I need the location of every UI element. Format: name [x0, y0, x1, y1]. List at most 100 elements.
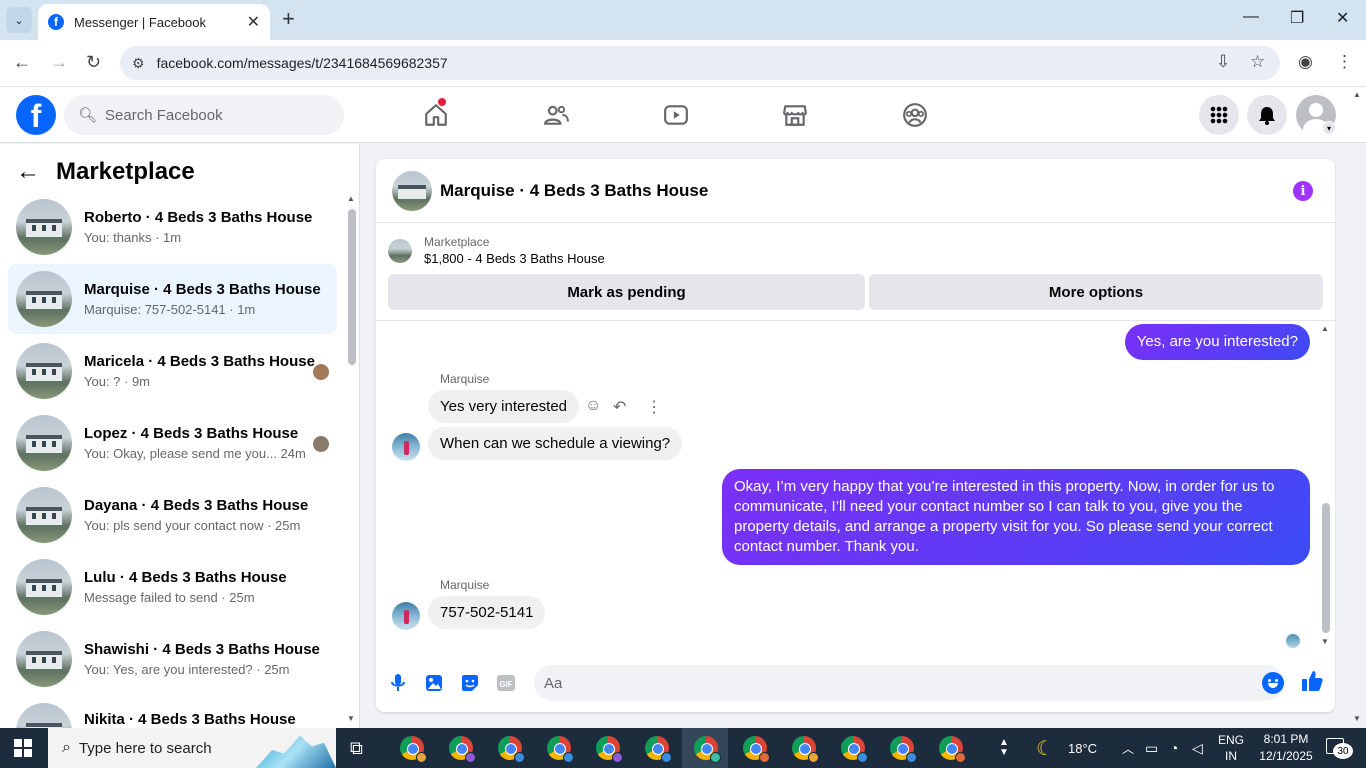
- back-button[interactable]: ←: [13, 52, 31, 73]
- task-view-icon[interactable]: ⧉: [350, 738, 363, 759]
- incoming-message[interactable]: When can we schedule a viewing?: [428, 427, 683, 460]
- restore-button[interactable]: ❐: [1290, 8, 1304, 28]
- listing-thumbnail: [16, 703, 72, 728]
- conversation-item-active[interactable]: Marquise · 4 Beds 3 Baths House Marquise:…: [8, 264, 337, 334]
- sticker-icon[interactable]: [458, 671, 482, 695]
- conversation-item[interactable]: Dayana · 4 Beds 3 Baths House You: pls se…: [8, 480, 337, 550]
- notification-center-icon[interactable]: 30: [1326, 738, 1353, 759]
- omnibox[interactable]: ⚙ facebook.com/messages/t/23416845696823…: [120, 46, 1280, 80]
- scroll-down-arrow[interactable]: ▼: [347, 714, 355, 723]
- chrome-icon[interactable]: [449, 736, 476, 763]
- tab-close-icon[interactable]: ✕: [247, 12, 260, 32]
- conversation-item[interactable]: Lopez · 4 Beds 3 Baths House You: Okay, p…: [8, 408, 337, 478]
- chrome-icon[interactable]: [498, 736, 525, 763]
- message-sender: Marquise: [440, 578, 490, 592]
- profile-icon[interactable]: ◉: [1298, 52, 1313, 72]
- listing-summary[interactable]: Marketplace $1,800 - 4 Beds 3 Baths Hous…: [388, 235, 605, 266]
- conversation-name: Lopez · 4 Beds 3 Baths House: [84, 425, 299, 442]
- chrome-icon[interactable]: [792, 736, 819, 763]
- mark-as-pending-button[interactable]: Mark as pending: [388, 274, 865, 310]
- microphone-icon[interactable]: [386, 671, 410, 695]
- reply-icon[interactable]: ↶: [613, 397, 626, 417]
- reload-button[interactable]: ↻: [86, 52, 101, 73]
- tab-search-button[interactable]: ⌄: [6, 7, 32, 33]
- nav-groups[interactable]: [895, 99, 935, 131]
- conversation-item[interactable]: Roberto · 4 Beds 3 Baths House You: thank…: [8, 192, 337, 262]
- listing-thumbnail[interactable]: [392, 170, 432, 211]
- facebook-search[interactable]: 🔍︎: [64, 95, 344, 135]
- chrome-icon[interactable]: [400, 736, 427, 763]
- menu-button[interactable]: [1199, 95, 1239, 135]
- nav-home[interactable]: [416, 98, 456, 131]
- conversation-item[interactable]: Lulu · 4 Beds 3 Baths House Message faile…: [8, 552, 337, 622]
- chrome-icon[interactable]: [694, 736, 721, 763]
- incoming-message[interactable]: Yes very interested: [428, 390, 580, 423]
- facebook-logo-icon[interactable]: f: [16, 95, 56, 135]
- page-scroll-down-arrow[interactable]: ▼: [1353, 714, 1361, 723]
- taskbar-search[interactable]: ⌕ Type here to search: [48, 728, 336, 768]
- sender-avatar[interactable]: [392, 602, 420, 630]
- battery-icon[interactable]: ▭: [1145, 728, 1158, 768]
- clock[interactable]: 8:01 PM 12/1/2025: [1254, 731, 1318, 765]
- chrome-icon[interactable]: [939, 736, 966, 763]
- chat-scrollbar[interactable]: [1322, 503, 1330, 633]
- more-actions-icon[interactable]: ⋮: [646, 397, 662, 417]
- scroll-up-arrow[interactable]: ▲: [1321, 324, 1329, 333]
- minimize-button[interactable]: —: [1243, 8, 1259, 26]
- conversation-item[interactable]: Shawishi · 4 Beds 3 Baths House You: Yes,…: [8, 624, 337, 694]
- close-window-button[interactable]: ✕: [1336, 8, 1349, 28]
- photo-icon[interactable]: [422, 671, 446, 695]
- outgoing-message[interactable]: Okay, I’m very happy that you’re interes…: [722, 469, 1310, 565]
- scroll-down-arrow[interactable]: ▼: [1321, 637, 1329, 646]
- like-thumb-icon[interactable]: [1300, 669, 1324, 693]
- sidebar-scrollbar[interactable]: [348, 209, 356, 365]
- browser-tab[interactable]: f Messenger | Facebook ✕: [38, 4, 270, 40]
- chat-title[interactable]: Marquise · 4 Beds 3 Baths House: [440, 181, 708, 201]
- conversation-item[interactable]: Nikita · 4 Beds 3 Baths House: [8, 696, 337, 728]
- forward-button[interactable]: →: [50, 52, 68, 73]
- incoming-message[interactable]: 757-502-5141: [428, 596, 546, 629]
- wifi-icon[interactable]: ◔: [1170, 728, 1178, 768]
- nav-video[interactable]: [656, 99, 696, 131]
- new-tab-button[interactable]: +: [282, 8, 295, 30]
- region-code: IN: [1225, 749, 1237, 763]
- listing-thumbnail: [16, 343, 72, 399]
- chrome-icon[interactable]: [596, 736, 623, 763]
- volume-icon[interactable]: ◁: [1192, 728, 1203, 768]
- weather-moon-icon[interactable]: ☾: [1036, 728, 1054, 768]
- info-icon[interactable]: i: [1293, 181, 1313, 201]
- taskbar-scroll-arrows[interactable]: ▲ ▼: [999, 728, 1009, 768]
- weather-temp[interactable]: 18°C: [1068, 728, 1097, 768]
- chrome-icon[interactable]: [645, 736, 672, 763]
- chrome-icon[interactable]: [547, 736, 574, 763]
- chat-header: Marquise · 4 Beds 3 Baths House: [376, 159, 1335, 223]
- page-scroll-up-arrow[interactable]: ▲: [1353, 90, 1361, 99]
- sender-avatar[interactable]: [392, 433, 420, 461]
- nav-friends[interactable]: [536, 99, 576, 131]
- chrome-icon[interactable]: [890, 736, 917, 763]
- react-emoji-icon[interactable]: ☺: [585, 397, 601, 415]
- site-info-icon[interactable]: ⚙: [132, 55, 145, 72]
- notifications-button[interactable]: [1247, 95, 1287, 135]
- outgoing-message[interactable]: Yes, are you interested?: [1124, 324, 1310, 360]
- bookmark-star-icon[interactable]: ☆: [1250, 52, 1265, 72]
- back-arrow-icon[interactable]: ←: [16, 158, 40, 186]
- chrome-icon[interactable]: [743, 736, 770, 763]
- install-app-icon[interactable]: ⇩: [1216, 52, 1230, 72]
- conversation-item[interactable]: Maricela · 4 Beds 3 Baths House You: ? · …: [8, 336, 337, 406]
- emoji-icon[interactable]: [1262, 672, 1284, 694]
- chrome-icon[interactable]: [841, 736, 868, 763]
- message-input[interactable]: [534, 665, 1284, 701]
- language-indicator[interactable]: ENG IN: [1218, 728, 1244, 768]
- listing-thumbnail: [388, 238, 412, 263]
- windows-start-icon[interactable]: [14, 739, 32, 757]
- show-hidden-icons-icon[interactable]: ︿: [1122, 728, 1134, 768]
- browser-menu-icon[interactable]: ⋮: [1336, 52, 1353, 72]
- listing-thumbnail: [16, 415, 72, 471]
- scroll-up-arrow[interactable]: ▲: [347, 194, 355, 203]
- chevron-down-icon[interactable]: ▾: [1322, 121, 1336, 135]
- search-input[interactable]: [105, 106, 326, 124]
- gif-icon[interactable]: GIF: [494, 671, 518, 695]
- more-options-button[interactable]: More options: [869, 274, 1323, 310]
- nav-marketplace[interactable]: [775, 99, 815, 131]
